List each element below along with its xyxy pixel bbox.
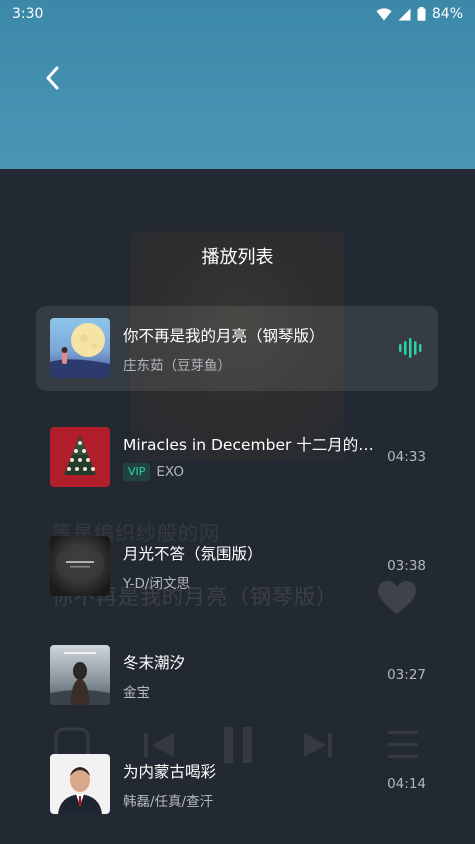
battery-percent: 84% [431,6,463,22]
back-button[interactable] [34,60,70,96]
track-title: 冬末潮汐 [123,654,186,672]
battery-icon [417,7,426,21]
now-playing-equalizer-icon [399,338,422,358]
album-cover [50,645,110,705]
track-info: 你不再是我的月亮（钢琴版） 庄东茹（豆芽鱼） [123,324,388,374]
track-meta: 金宝 [123,681,388,701]
track-artist: Y-D/闭文思 [123,576,190,592]
album-cover [50,754,110,814]
track-meta: Y-D/闭文思 [123,572,388,592]
track-title: Miracles in December 十二月的奇迹 [123,436,388,454]
track-item[interactable]: 为内蒙古喝彩 韩磊/任真/查汗 04:14 [36,742,438,827]
track-artist: 韩磊/任真/查汗 [123,794,214,810]
track-artist: 金宝 [123,685,150,701]
track-artist: 庄东茹（豆芽鱼） [123,358,231,374]
album-cover [50,318,110,378]
playlist-title: 播放列表 [201,247,274,268]
track-info: 月光不答（氛围版） Y-D/闭文思 [123,542,388,592]
signal-icon [398,8,411,20]
status-bar: 3:30 84% [0,0,475,28]
track-meta: 韩磊/任真/查汗 [123,790,388,810]
track-item[interactable]: 你不再是我的月亮（钢琴版） 庄东茹（豆芽鱼） [36,306,438,391]
header-bar: 3:30 84% [0,0,475,169]
track-title: 你不再是我的月亮（钢琴版） [123,327,325,345]
track-duration: 04:14 [387,776,426,792]
wifi-icon [376,7,392,21]
track-info: Miracles in December 十二月的奇迹 VIP EXO [123,433,388,481]
track-info: 冬末潮汐 金宝 [123,651,388,701]
track-info: 为内蒙古喝彩 韩磊/任真/查汗 [123,760,388,810]
track-duration: 04:33 [387,449,426,465]
track-item[interactable]: Miracles in December 十二月的奇迹 VIP EXO 04:3… [36,415,438,500]
track-meta: VIP EXO [123,463,388,481]
album-cover [50,536,110,596]
track-title: 为内蒙古喝彩 [123,763,217,781]
status-icons: 84% [376,6,463,22]
track-title: 月光不答（氛围版） [123,545,263,563]
track-meta: 庄东茹（豆芽鱼） [123,354,388,374]
track-artist: EXO [156,464,184,480]
track-item[interactable]: 冬末潮汐 金宝 03:27 [36,633,438,718]
track-item[interactable]: 月光不答（氛围版） Y-D/闭文思 03:38 [36,524,438,609]
album-cover [50,427,110,487]
vip-badge: VIP [123,463,151,481]
chevron-left-icon [46,66,59,90]
track-duration: 03:27 [387,667,426,683]
status-time: 3:30 [12,6,44,22]
track-duration: 03:38 [387,558,426,574]
